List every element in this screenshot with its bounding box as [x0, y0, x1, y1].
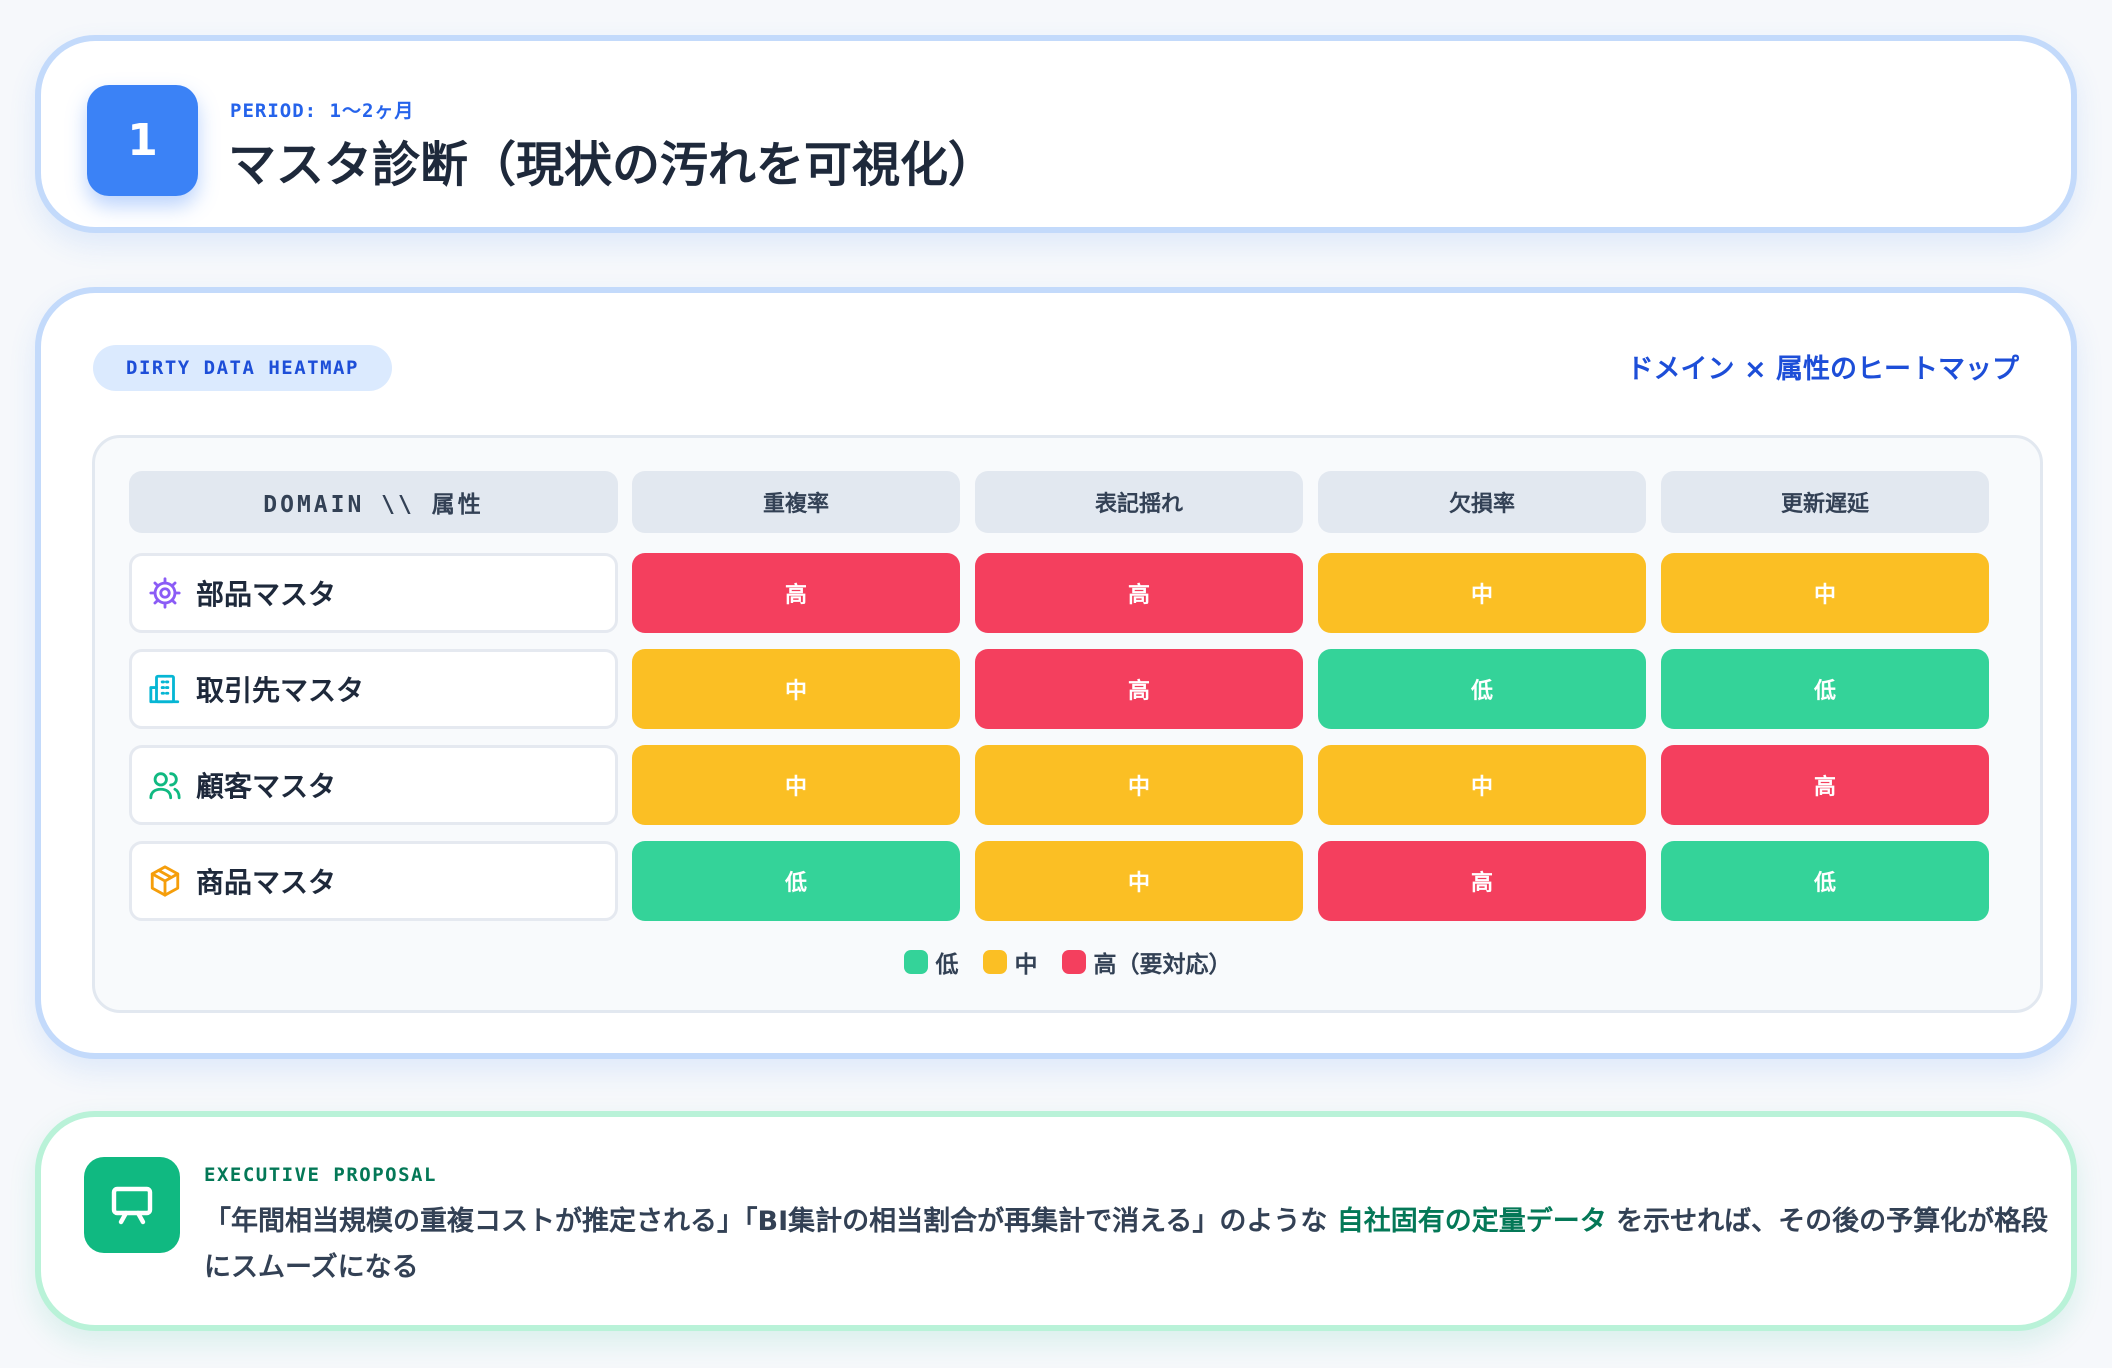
column-header: 表記揺れ — [975, 471, 1303, 533]
heatmap-cell: 中 — [1661, 553, 1989, 633]
proposal-highlight: 自社固有の定量データ — [1336, 1206, 1607, 1237]
heatmap-cell: 高 — [975, 553, 1303, 633]
heatmap-caption: ドメイン × 属性のヒートマップ — [1626, 354, 2019, 385]
column-header: 欠損率 — [1318, 471, 1646, 533]
presentation-icon — [84, 1157, 180, 1253]
legend-swatch — [982, 950, 1007, 974]
heatmap-cell: 低 — [1661, 841, 1989, 921]
heatmap-cell: 高 — [632, 553, 960, 633]
heatmap-cell: 中 — [1318, 745, 1646, 825]
row-label-text: 顧客マスタ — [196, 770, 337, 803]
row-label: 顧客マスタ — [129, 745, 618, 825]
users-icon — [148, 768, 182, 802]
column-header: 重複率 — [632, 471, 960, 533]
legend-swatch — [903, 950, 928, 974]
heatmap-cell: 中 — [632, 649, 960, 729]
row-label-text: 取引先マスタ — [196, 674, 365, 707]
legend-item: 高（要対応） — [1061, 945, 1232, 979]
heatmap-cell: 低 — [632, 841, 960, 921]
step-number-badge: 1 — [87, 85, 198, 196]
proposal-card: EXECUTIVE PROPOSAL 「年間相当規模の重複コストが推定される」「… — [35, 1111, 2077, 1331]
heatmap-cell: 高 — [1661, 745, 1989, 825]
legend-item: 低 — [903, 945, 959, 979]
corner-header: DOMAIN \\ 属性 — [129, 471, 618, 533]
row-label: 取引先マスタ — [129, 649, 618, 729]
legend-label: 低 — [935, 952, 959, 978]
gear-icon — [148, 576, 182, 610]
heatmap-cell: 中 — [1318, 553, 1646, 633]
proposal-kicker: EXECUTIVE PROPOSAL — [204, 1164, 437, 1186]
row-label: 商品マスタ — [129, 841, 618, 921]
heatmap-cell: 低 — [1318, 649, 1646, 729]
building-icon — [148, 672, 182, 706]
period-label: PERIOD: 1〜2ヶ月 — [230, 100, 415, 122]
heatmap-badge: DIRTY DATA HEATMAP — [93, 345, 392, 391]
proposal-text-before: 「年間相当規模の重複コストが推定される」「BI集計の相当割合が再集計で消える」の… — [204, 1206, 1337, 1237]
page-title: マスタ診断（現状の汚れを可視化） — [228, 137, 997, 193]
row-label: 部品マスタ — [129, 553, 618, 633]
heatmap-card: DIRTY DATA HEATMAP ドメイン × 属性のヒートマップ DOMA… — [35, 287, 2077, 1059]
step-header-card: 1 PERIOD: 1〜2ヶ月 マスタ診断（現状の汚れを可視化） — [35, 35, 2077, 233]
package-icon — [148, 864, 182, 898]
heatmap-legend: 低 中 高（要対応） — [95, 945, 2040, 979]
heatmap-cell: 中 — [975, 745, 1303, 825]
heatmap-cell: 中 — [632, 745, 960, 825]
heatmap-cell: 中 — [975, 841, 1303, 921]
proposal-text: 「年間相当規模の重複コストが推定される」「BI集計の相当割合が再集計で消える」の… — [204, 1199, 2059, 1291]
heatmap-cell: 高 — [975, 649, 1303, 729]
heatmap-grid: DOMAIN \\ 属性 低中高（要対応） 重複率 表記揺れ 欠損率 更新遅延 部品マス… — [92, 435, 2043, 1013]
row-label-text: 商品マスタ — [196, 866, 337, 899]
legend-item: 中 — [982, 945, 1038, 979]
heatmap-cell: 高 — [1318, 841, 1646, 921]
legend-swatch — [1061, 950, 1086, 974]
legend-label: 中 — [1014, 952, 1038, 978]
row-label-text: 部品マスタ — [196, 578, 337, 611]
heatmap-cell: 低 — [1661, 649, 1989, 729]
column-header: 更新遅延 — [1661, 471, 1989, 533]
legend-label: 高（要対応） — [1093, 952, 1232, 978]
